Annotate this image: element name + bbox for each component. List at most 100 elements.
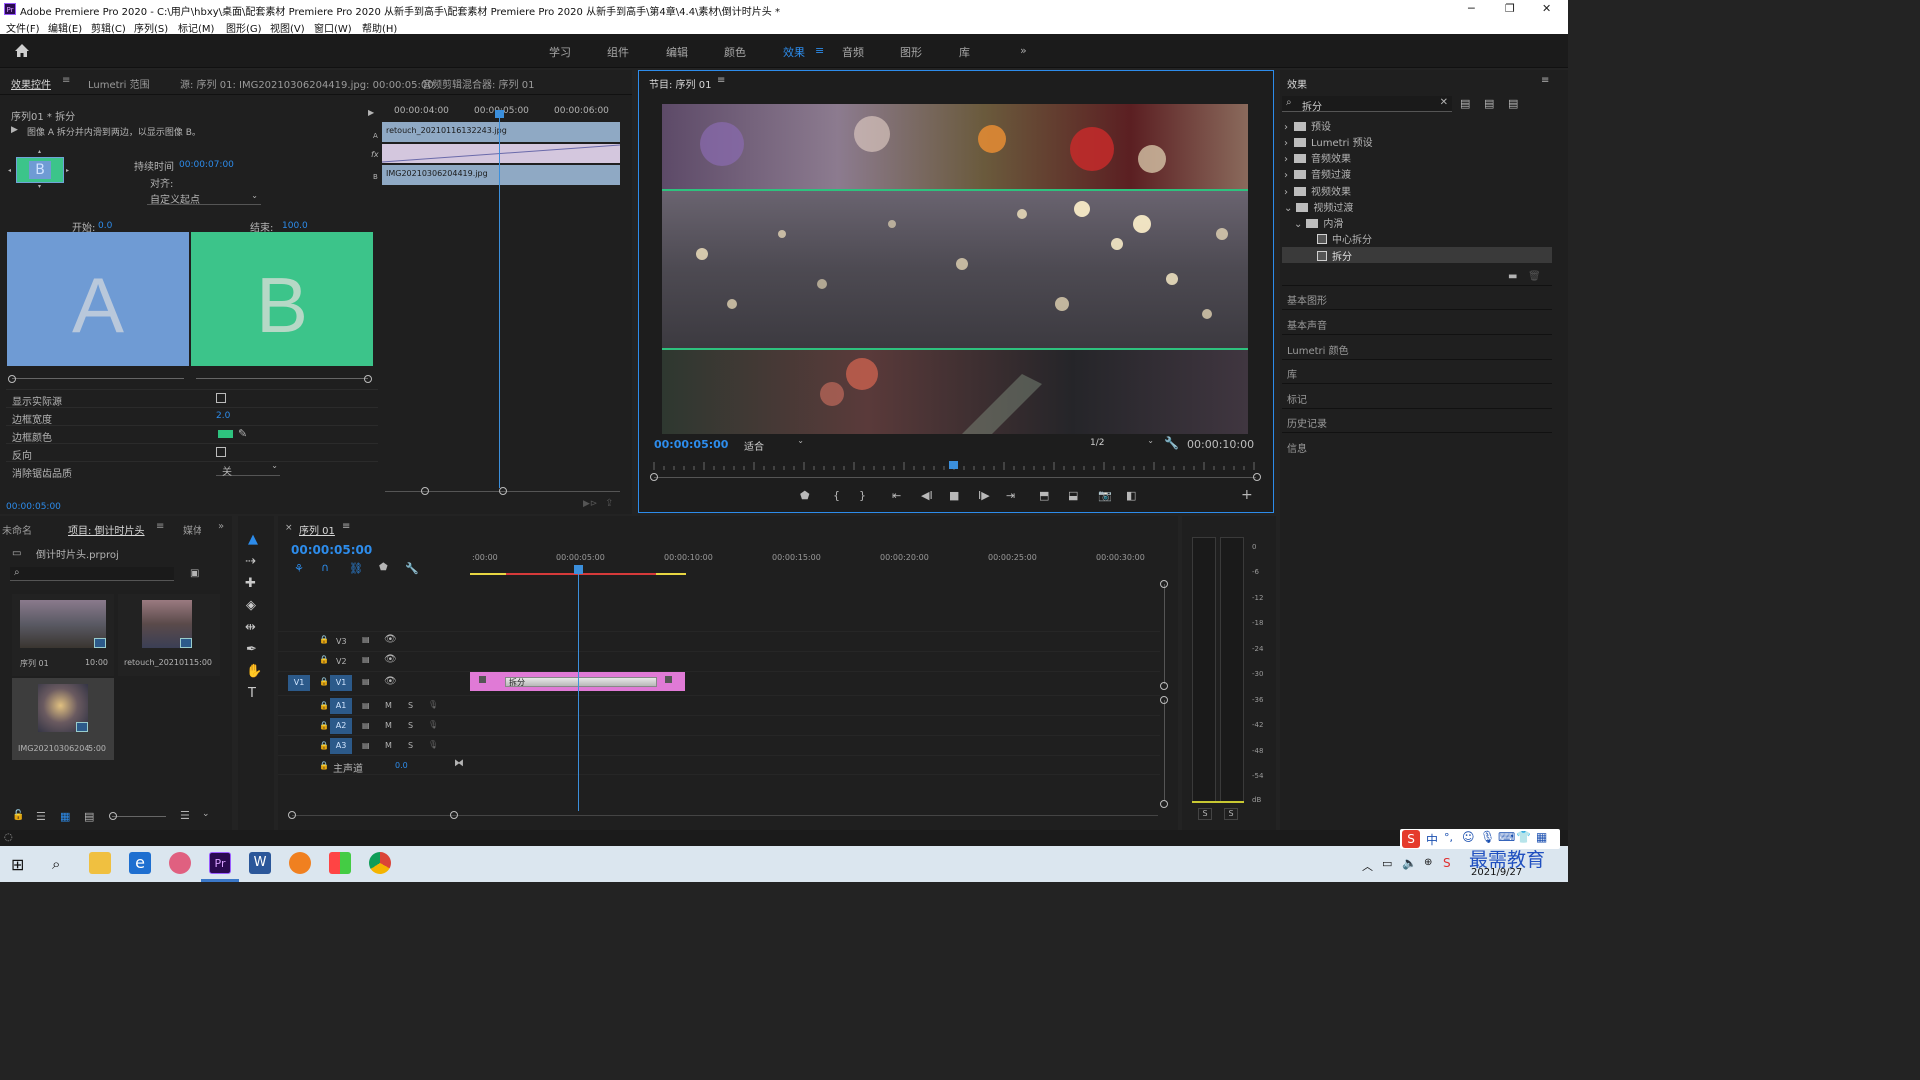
track-target-a2[interactable]: A2	[330, 718, 352, 734]
nest-icon[interactable]: ⚘	[294, 562, 304, 575]
track-select-tool-icon[interactable]: ⇢	[245, 554, 256, 569]
workspace-learn[interactable]: 学习	[549, 44, 571, 60]
tab-audio-clip-mixer[interactable]: 音频剪辑混合器: 序列 01	[422, 76, 534, 91]
button-editor-plus-icon[interactable]: +	[1241, 487, 1253, 503]
lock-icon[interactable]: 🔒	[319, 761, 329, 770]
add-marker-icon[interactable]: ⬟	[800, 489, 810, 502]
ripple-edit-tool-icon[interactable]: ✚	[245, 576, 256, 591]
project-search-field[interactable]: ⌕	[10, 567, 174, 581]
tray-chevron-icon[interactable]: ︿	[1362, 858, 1373, 874]
mic-icon[interactable]: 🎙	[428, 740, 438, 749]
timeline-zoom-handle-left[interactable]	[288, 811, 296, 819]
file-explorer-icon[interactable]	[89, 852, 111, 874]
menu-marker[interactable]: 标记(M)	[178, 20, 214, 35]
tree-item-video-transitions[interactable]: ⌄ 视频过渡	[1284, 199, 1353, 214]
close-sequence-icon[interactable]: ×	[285, 523, 293, 533]
lock-icon[interactable]: 🔒	[319, 677, 329, 686]
ec-clip-b[interactable]: IMG20210306204419.jpg	[382, 165, 620, 185]
export-icon[interactable]: ⇪	[605, 498, 613, 509]
media-player-icon[interactable]	[289, 852, 311, 874]
tab-media-browser[interactable]: 媒体	[183, 522, 201, 537]
section-lumetri-color[interactable]: Lumetri 颜色	[1287, 342, 1349, 357]
new-search-bin-icon[interactable]: ▣	[190, 568, 199, 579]
word-icon[interactable]: W	[249, 852, 271, 874]
tree-item-video-effects[interactable]: › 视频效果	[1284, 183, 1351, 198]
workspace-audio[interactable]: 音频	[842, 44, 864, 60]
comparison-view-icon[interactable]: ◧	[1126, 489, 1136, 502]
lock-icon[interactable]: 🔒	[319, 741, 329, 750]
solo-left-button[interactable]: S	[1198, 808, 1212, 820]
mark-in-icon[interactable]: {	[833, 489, 840, 502]
eye-icon[interactable]: 👁	[384, 654, 397, 665]
tree-item-presets[interactable]: › 预设	[1284, 118, 1331, 133]
align-dropdown[interactable]: 自定义起点 ⌄	[147, 191, 261, 206]
project-item-retouch[interactable]: retouch_20210116... 5:00	[118, 594, 220, 676]
timeline-menu-icon[interactable]: ≡	[342, 521, 350, 532]
sync-lock-icon[interactable]: ▤	[362, 741, 370, 750]
sync-lock-icon[interactable]: ▤	[362, 721, 370, 730]
tab-project[interactable]: 项目: 倒计时片头	[68, 522, 145, 537]
duration-value[interactable]: 00:00:07:00	[179, 160, 234, 170]
solo-right-button[interactable]: S	[1224, 808, 1238, 820]
sync-lock-icon[interactable]: ▤	[362, 635, 370, 644]
track-target-v1[interactable]: V1	[330, 675, 352, 691]
end-value[interactable]: 100.0	[282, 221, 308, 231]
video-scroll-handle[interactable]	[1160, 580, 1168, 588]
snap-icon[interactable]: ∩	[321, 561, 329, 574]
ec-transition-bar[interactable]	[382, 144, 620, 163]
more-tabs-icon[interactable]: »	[218, 521, 224, 532]
linked-selection-icon[interactable]: ⛓	[349, 562, 363, 575]
transition-on-clip[interactable]: 拆分	[505, 677, 657, 687]
menu-help[interactable]: 帮助(H)	[362, 20, 397, 35]
master-value[interactable]: 0.0	[395, 761, 408, 770]
effects-search-field[interactable]: ⌕ 拆分 ✕	[1282, 96, 1452, 113]
ec-scroll-handle-right[interactable]	[499, 487, 507, 495]
sync-lock-icon[interactable]: ▤	[362, 677, 370, 686]
effect-controls-timecode[interactable]: 00:00:05:00	[6, 502, 61, 512]
workspace-effects[interactable]: 效果	[783, 44, 805, 60]
menu-view[interactable]: 视图(V)	[270, 20, 305, 35]
tree-item-audio-transitions[interactable]: › 音频过渡	[1284, 166, 1351, 181]
timeline-zoom-bar[interactable]	[292, 815, 1158, 816]
tab-lumetri-scopes[interactable]: Lumetri 范围	[88, 76, 150, 91]
workspace-color[interactable]: 颜色	[724, 44, 746, 60]
app-store-icon[interactable]	[329, 852, 351, 874]
tab-source[interactable]: 源: 序列 01: IMG20210306204419.jpg: 00:00:0…	[180, 76, 434, 91]
eye-icon[interactable]: 👁	[384, 676, 397, 687]
preview-south-edge-icon[interactable]: ▾	[38, 183, 41, 190]
section-essential-sound[interactable]: 基本声音	[1287, 317, 1327, 332]
yuv-effects-icon[interactable]: ▤	[1508, 97, 1518, 110]
close-icon[interactable]: ✕	[1542, 2, 1551, 15]
sync-lock-icon[interactable]: ▤	[362, 701, 370, 710]
tree-item-audio-effects[interactable]: › 音频效果	[1284, 150, 1351, 165]
ec-playhead[interactable]	[499, 116, 500, 488]
end-slider-handle[interactable]	[364, 375, 372, 383]
tab-effect-controls[interactable]: 效果控件	[11, 76, 51, 91]
video-scrollbar[interactable]	[1164, 584, 1165, 684]
preview-north-edge-icon[interactable]: ▴	[38, 148, 41, 155]
home-icon[interactable]	[14, 43, 30, 58]
menu-graphics[interactable]: 图形(G)	[226, 20, 262, 35]
minimize-icon[interactable]: ─	[1468, 2, 1475, 15]
delete-icon[interactable]: 🗑	[1528, 271, 1541, 282]
anti-aliasing-dropdown[interactable]: 关 ⌄	[216, 461, 280, 478]
menu-clip[interactable]: 剪辑(C)	[91, 20, 126, 35]
workspace-more-icon[interactable]: »	[1020, 44, 1027, 57]
menu-sequence[interactable]: 序列(S)	[134, 20, 168, 35]
punctuation-icon[interactable]: °,	[1444, 831, 1453, 844]
program-zoom-handle-left[interactable]	[650, 473, 658, 481]
ec-scroll-handle-left[interactable]	[421, 487, 429, 495]
preview-east-edge-icon[interactable]: ▸	[66, 167, 69, 174]
icon-view-icon[interactable]: ▦	[60, 810, 70, 823]
premiere-taskbar-icon[interactable]: Pr	[209, 852, 231, 874]
toolbox-icon[interactable]: ▦	[1536, 830, 1547, 844]
sync-lock-icon[interactable]: ▤	[362, 655, 370, 664]
transition-preview-thumbnail[interactable]: B	[16, 157, 64, 183]
volume-icon[interactable]: 🔈	[1402, 856, 1417, 870]
go-to-out-icon[interactable]: ⇥	[1006, 489, 1015, 502]
tree-item-split[interactable]: 拆分	[1317, 248, 1352, 263]
thumb-size-handle[interactable]	[109, 812, 117, 820]
eye-icon[interactable]: 👁	[384, 634, 397, 645]
export-frame-icon[interactable]: 📷	[1098, 489, 1112, 502]
project-item-sequence[interactable]: 序列 01 10:00	[12, 594, 114, 676]
